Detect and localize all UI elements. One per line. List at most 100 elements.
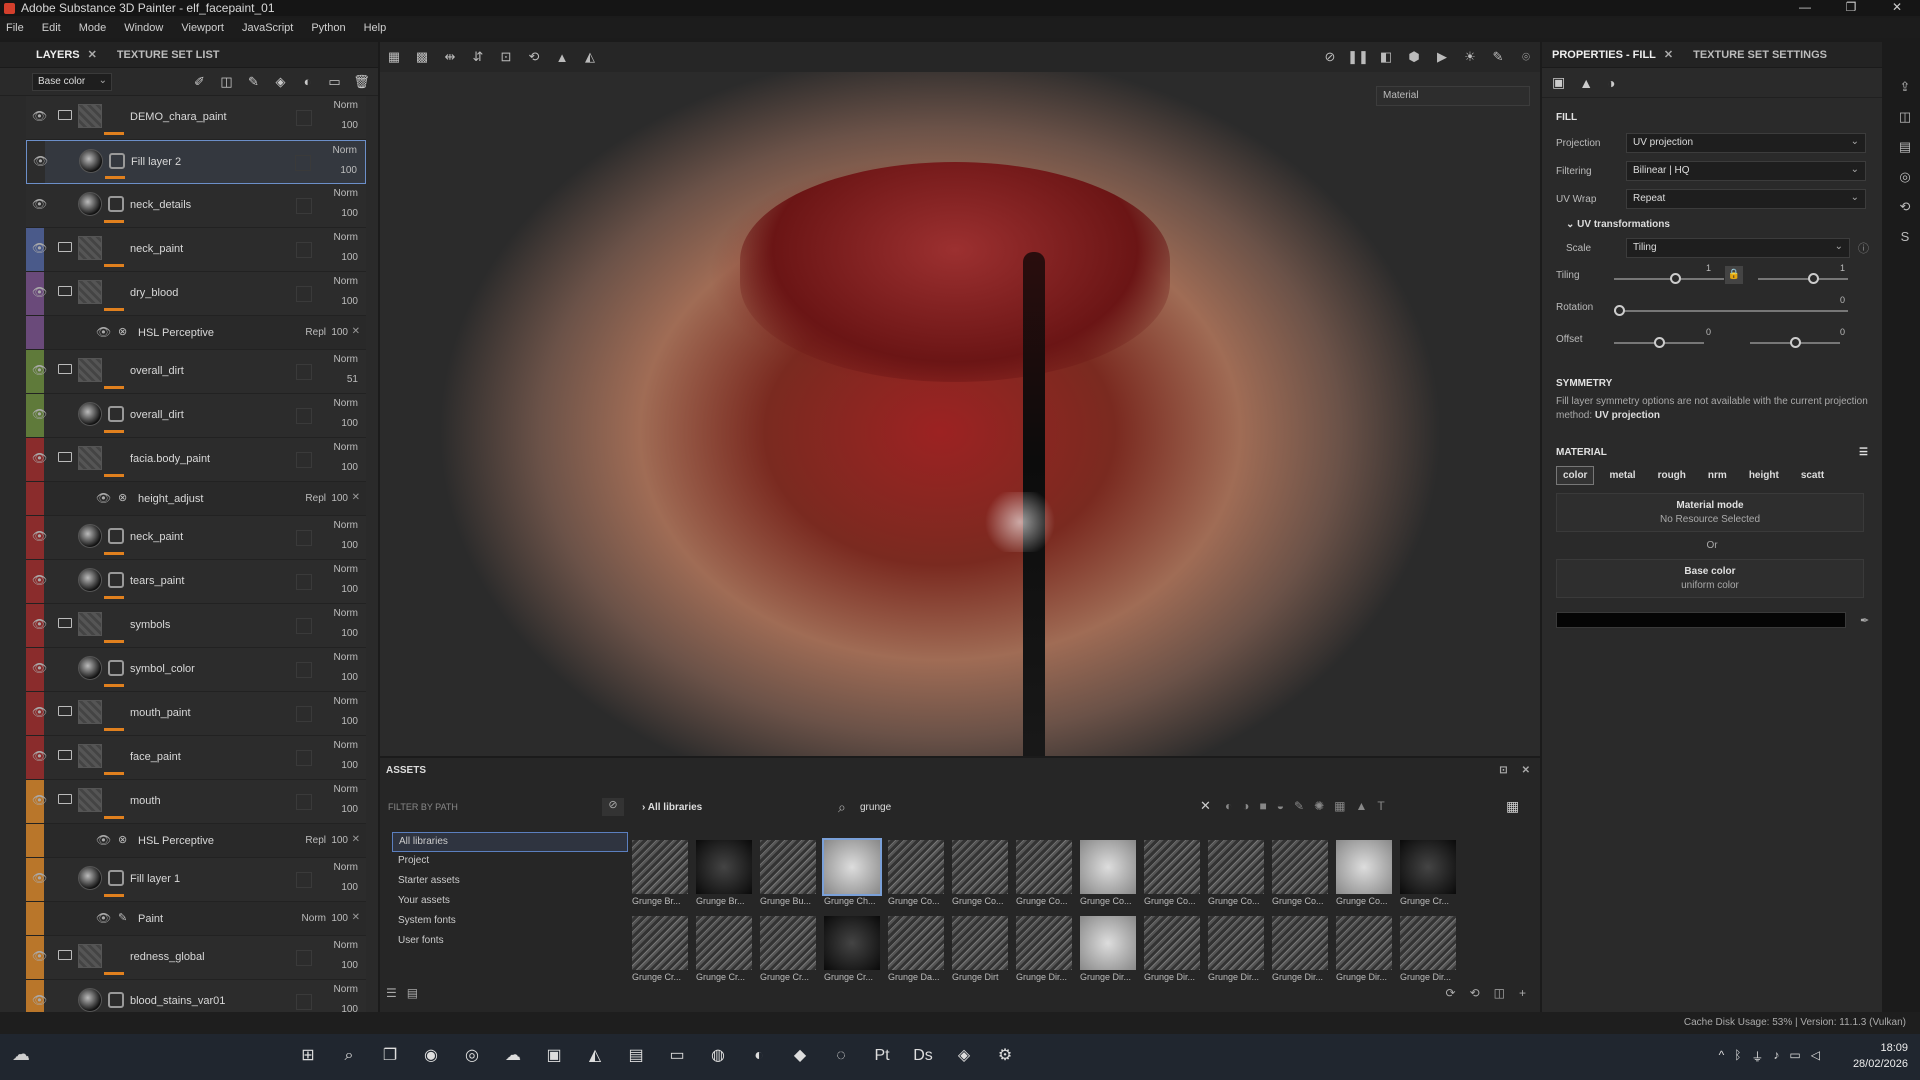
asset-tile[interactable]: Grunge Ch... [822, 838, 884, 912]
asset-tile[interactable]: Grunge Co... [1080, 840, 1140, 912]
monitor-icon[interactable]: ▭ [1789, 1048, 1800, 1065]
add-mask-icon[interactable]: ◫ [218, 73, 235, 90]
filter-texture-icon[interactable]: ■ [1260, 799, 1267, 813]
opacity-value[interactable]: 100 [331, 493, 348, 504]
asset-tile[interactable]: Grunge Dir... [1080, 916, 1140, 988]
layer-row[interactable]: 👁 overall_dirt Norm 51 [26, 350, 366, 394]
discord-icon[interactable]: ◎ [458, 1042, 486, 1070]
hide-overlay-icon[interactable]: ⊘ [1316, 49, 1344, 65]
panel-icon[interactable]: ◫ [1494, 986, 1505, 1000]
opacity-checkbox[interactable] [296, 618, 312, 634]
add-fill-layer-icon[interactable]: ◈ [272, 73, 289, 90]
folder-icon[interactable] [58, 110, 72, 120]
mask-thumbnail[interactable] [108, 196, 124, 212]
export-icon[interactable]: ⇪ [1890, 72, 1920, 102]
menu-help[interactable]: Help [364, 22, 387, 34]
chevron-up-icon[interactable]: ^ [1719, 1048, 1725, 1065]
mask-thumbnail[interactable] [108, 572, 124, 588]
opacity-checkbox[interactable] [296, 408, 312, 424]
visibility-eye-icon[interactable]: 👁 [32, 661, 47, 675]
layer-row[interactable]: 👁 tears_paint Norm 100 [26, 560, 366, 604]
opacity-checkbox[interactable] [296, 950, 312, 966]
menu-viewport[interactable]: Viewport [181, 22, 224, 34]
close-icon[interactable]: ✕ [1522, 765, 1530, 776]
layer-row[interactable]: 👁 ⊗ HSL Perceptive Repl 100 ✕ [26, 316, 366, 350]
blend-mode-dropdown[interactable]: Norm [334, 862, 358, 873]
tab-texture-set-settings[interactable]: TEXTURE SET SETTINGS [1683, 42, 1837, 68]
opacity-checkbox[interactable] [296, 530, 312, 546]
frame-icon[interactable]: ⊡ [492, 49, 520, 65]
mirror-icon[interactable]: ⇵ [464, 49, 492, 65]
layer-row[interactable]: 👁 mouth_paint Norm 100 [26, 692, 366, 736]
blend-mode-dropdown[interactable]: Norm [334, 398, 358, 409]
opacity-value[interactable]: 100 [341, 252, 358, 263]
opacity-value[interactable]: 100 [331, 835, 348, 846]
browser-icon[interactable]: ◐ [745, 1042, 773, 1070]
asset-tile[interactable]: Grunge Dir... [1336, 916, 1396, 988]
weather-widget-icon[interactable]: ☁ [12, 1044, 30, 1065]
visibility-eye-icon[interactable]: 👁 [96, 325, 111, 339]
teams-icon[interactable]: ▣ [540, 1042, 568, 1070]
blend-mode-dropdown[interactable]: Norm [334, 232, 358, 243]
fill-settings-icon[interactable]: ▣ [1552, 74, 1565, 91]
opacity-checkbox[interactable] [296, 750, 312, 766]
opacity-value[interactable]: 100 [341, 672, 358, 683]
mask-thumbnail[interactable] [108, 870, 124, 886]
mask-thumbnail[interactable] [108, 992, 124, 1008]
visibility-eye-icon[interactable]: 👁 [96, 911, 111, 925]
library-project[interactable]: Project [392, 852, 628, 872]
menu-mode[interactable]: Mode [79, 22, 107, 34]
close-icon[interactable]: ✕ [88, 48, 97, 61]
paint-mode-icon[interactable]: ✎ [1484, 49, 1512, 65]
asset-tile[interactable]: Grunge Dir... [1016, 916, 1076, 988]
material-mode-box[interactable]: Material mode No Resource Selected [1556, 493, 1864, 532]
uv-grid-icon[interactable]: ▩ [408, 49, 436, 65]
layer-row[interactable]: 👁 symbol_color Norm 100 [26, 648, 366, 692]
asset-tile[interactable]: Grunge Co... [1016, 840, 1076, 912]
history-icon[interactable]: ⟲ [1470, 986, 1480, 1000]
asset-tile[interactable]: Grunge Co... [888, 840, 948, 912]
channel-metal[interactable]: metal [1602, 466, 1642, 485]
layer-row[interactable]: 👁 DEMO_chara_paint Norm 100 [26, 96, 366, 140]
filtering-dropdown[interactable]: Bilinear | HQ [1626, 161, 1866, 181]
taskbar-clock[interactable]: 18:09 28/02/2026 [1853, 1040, 1908, 1072]
opacity-value[interactable]: 100 [341, 960, 358, 971]
visibility-eye-icon[interactable]: 👁 [32, 109, 47, 123]
blend-mode-dropdown[interactable]: Norm [334, 740, 358, 751]
blend-mode-dropdown[interactable]: Norm [334, 276, 358, 287]
blend-mode-dropdown[interactable]: Norm [334, 940, 358, 951]
layer-row[interactable]: 👁 ⊗ height_adjust Repl 100 ✕ [26, 482, 366, 516]
folder-icon[interactable] [58, 706, 72, 716]
mask-thumbnail[interactable] [109, 153, 125, 169]
opacity-checkbox[interactable] [296, 242, 312, 258]
asset-tile[interactable]: Grunge Br... [632, 840, 692, 912]
visibility-eye-icon[interactable]: 👁 [32, 529, 47, 543]
folder-icon[interactable] [58, 364, 72, 374]
bluetooth-icon[interactable]: ᛒ [1734, 1048, 1741, 1065]
opacity-checkbox[interactable] [295, 155, 311, 171]
filter-brush-icon[interactable]: ✎ [1294, 799, 1304, 813]
asset-tile[interactable]: Grunge Dir... [1208, 916, 1268, 988]
photos-icon[interactable]: ◭ [581, 1042, 609, 1070]
menu-python[interactable]: Python [311, 22, 345, 34]
visibility-eye-icon[interactable]: 👁 [32, 793, 47, 807]
visibility-eye-icon[interactable]: 👁 [32, 363, 47, 377]
visibility-eye-icon[interactable]: 👁 [96, 491, 111, 505]
asset-tile[interactable]: Grunge Cr... [696, 916, 756, 988]
asset-tile[interactable]: Grunge Bu... [760, 840, 820, 912]
sampler-icon[interactable]: ◈ [950, 1042, 978, 1070]
close-icon[interactable]: ✕ [1664, 48, 1673, 61]
tab-properties-fill[interactable]: PROPERTIES - FILL ✕ [1542, 42, 1683, 68]
material-mode-dropdown[interactable]: Material [1376, 86, 1530, 106]
rotation-slider-track[interactable] [1614, 310, 1848, 312]
blend-mode-dropdown[interactable]: Norm [334, 984, 358, 995]
visibility-eye-icon[interactable]: 👁 [33, 154, 48, 168]
channel-color[interactable]: color [1556, 466, 1595, 485]
folder-icon[interactable] [58, 242, 72, 252]
add-icon[interactable]: + [1519, 986, 1526, 1000]
opacity-checkbox[interactable] [296, 286, 312, 302]
asset-tile[interactable]: Grunge Co... [1272, 840, 1332, 912]
asset-tile[interactable]: Grunge Cr... [760, 916, 820, 988]
eyedropper-icon[interactable]: ✒ [1860, 614, 1869, 627]
material-icon[interactable]: ◑ [1607, 75, 1615, 91]
